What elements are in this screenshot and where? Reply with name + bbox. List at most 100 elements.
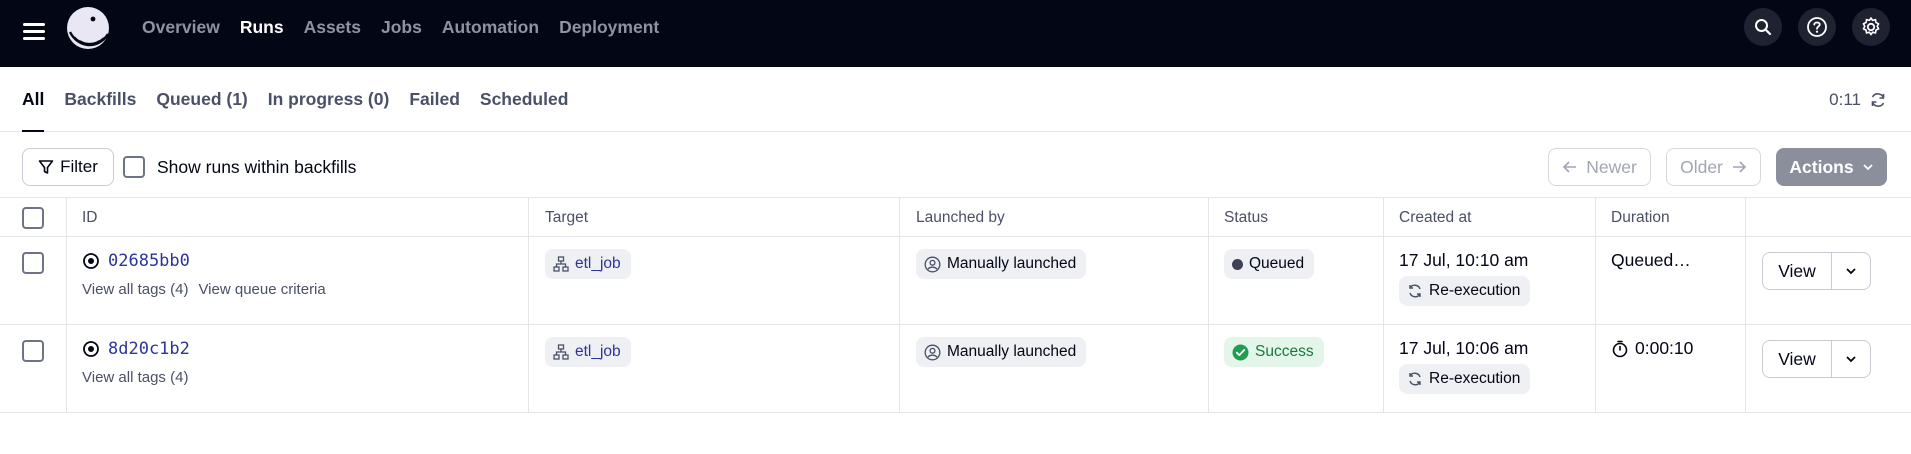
nav-automation[interactable]: Automation (442, 17, 539, 38)
search-icon[interactable] (1744, 8, 1782, 46)
launched-by-cell: Manually launched (916, 337, 1087, 367)
top-icon-group (1744, 8, 1890, 46)
column-header-duration[interactable]: Duration (1611, 198, 1670, 237)
nav-overview[interactable]: Overview (142, 17, 220, 38)
show-backfills-label: Show runs within backfills (157, 156, 357, 177)
run-id-link[interactable]: 8d20c1b2 (108, 339, 190, 359)
filter-button[interactable]: Filter (22, 148, 114, 186)
job-tag[interactable]: etl_job (545, 337, 631, 367)
table-header: ID Target Launched by Status Created at … (0, 198, 1911, 237)
view-button[interactable]: View (1762, 340, 1832, 378)
user-icon (924, 344, 941, 360)
launched-by-tag: Manually launched (916, 249, 1087, 279)
refresh-indicator[interactable]: 0:11 (1829, 67, 1887, 132)
chevron-down-icon (1846, 356, 1856, 363)
job-name: etl_job (575, 343, 621, 360)
newer-button[interactable]: Newer (1548, 148, 1651, 186)
job-name: etl_job (575, 255, 621, 272)
queued-run-icon (83, 253, 99, 269)
gear-icon[interactable] (1852, 8, 1890, 46)
re-execution-icon (1409, 284, 1421, 298)
filter-label: Filter (60, 157, 98, 176)
status-cell: Success (1224, 337, 1324, 367)
menu-icon[interactable] (22, 18, 48, 44)
re-execution-icon (1409, 372, 1421, 386)
column-header-target[interactable]: Target (545, 198, 588, 237)
view-all-tags-link[interactable]: View all tags (4) (82, 281, 188, 298)
chevron-down-icon (1846, 268, 1856, 275)
filter-icon (38, 160, 54, 174)
column-header-id[interactable]: ID (82, 198, 98, 237)
view-all-tags-link[interactable]: View all tags (4) (82, 369, 188, 386)
nav-runs[interactable]: Runs (240, 17, 284, 38)
launched-by-cell: Manually launched (916, 249, 1087, 279)
top-navigation-bar: Overview Runs Assets Jobs Automation Dep… (0, 0, 1911, 67)
duration-text: Queued… (1611, 250, 1691, 270)
select-all-checkbox[interactable] (22, 207, 44, 229)
target-cell: etl_job (545, 249, 631, 279)
duration-cell: 0:00:10 (1611, 338, 1693, 359)
main-nav: Overview Runs Assets Jobs Automation Dep… (142, 0, 679, 54)
created-at-text: 17 Jul, 10:10 am (1399, 250, 1529, 270)
duration-text: 0:00:10 (1635, 338, 1694, 358)
created-at-text: 17 Jul, 10:06 am (1399, 338, 1529, 358)
dagster-logo[interactable] (64, 4, 114, 54)
view-button-group: View (1762, 340, 1871, 378)
queued-dot-icon (1232, 258, 1243, 270)
tab-in-progress[interactable]: In progress (0) (268, 67, 390, 132)
tab-scheduled[interactable]: Scheduled (480, 67, 569, 132)
status-text: Queued (1249, 255, 1305, 272)
created-at-cell: 17 Jul, 10:10 am Re-execution (1399, 250, 1531, 306)
run-links: View all tags (4) View queue criteria (82, 281, 326, 298)
nav-jobs[interactable]: Jobs (381, 17, 422, 38)
refresh-icon[interactable] (1869, 91, 1887, 109)
tab-all[interactable]: All (22, 67, 45, 132)
re-execution-tag: Re-execution (1399, 276, 1531, 306)
user-icon (924, 256, 941, 272)
view-button[interactable]: View (1762, 252, 1832, 290)
status-text: Success (1255, 343, 1314, 360)
nav-deployment[interactable]: Deployment (559, 17, 659, 38)
actions-button[interactable]: Actions (1776, 148, 1887, 186)
job-icon (553, 256, 569, 272)
run-id-cell: 02685bb0 (82, 251, 190, 271)
row-actions-dropdown[interactable] (1832, 252, 1871, 290)
newer-label: Newer (1586, 156, 1637, 177)
filter-toolbar: Filter Show runs within backfills Newer … (0, 132, 1911, 198)
launched-by-tag: Manually launched (916, 337, 1087, 367)
job-tag[interactable]: etl_job (545, 249, 631, 279)
status-badge: Success (1224, 337, 1324, 367)
row-actions-dropdown[interactable] (1832, 340, 1871, 378)
run-id-link[interactable]: 02685bb0 (108, 251, 190, 271)
tab-backfills[interactable]: Backfills (64, 67, 136, 132)
chevron-down-icon (1862, 164, 1873, 171)
re-execution-tag: Re-execution (1399, 364, 1531, 394)
status-badge: Queued (1224, 249, 1315, 279)
run-status-icon (83, 341, 99, 357)
run-id-cell: 8d20c1b2 (82, 339, 190, 359)
show-backfills-checkbox[interactable] (123, 156, 145, 178)
tab-failed[interactable]: Failed (409, 67, 460, 132)
older-button[interactable]: Older (1666, 148, 1761, 186)
view-queue-criteria-link[interactable]: View queue criteria (198, 281, 325, 298)
column-header-created-at[interactable]: Created at (1399, 198, 1471, 237)
refresh-countdown: 0:11 (1829, 89, 1861, 109)
row-checkbox[interactable] (22, 252, 44, 274)
show-backfills-toggle[interactable]: Show runs within backfills (123, 156, 356, 178)
help-icon[interactable] (1798, 8, 1836, 46)
job-icon (553, 344, 569, 360)
older-label: Older (1680, 156, 1723, 177)
timer-icon (1612, 340, 1628, 357)
re-execution-text: Re-execution (1429, 282, 1521, 299)
row-checkbox[interactable] (22, 340, 44, 362)
tab-queued[interactable]: Queued (1) (156, 67, 247, 132)
run-links: View all tags (4) (82, 369, 188, 387)
column-header-status[interactable]: Status (1224, 198, 1268, 237)
table-row: 02685bb0 View all tags (4) View queue cr… (0, 237, 1911, 325)
arrow-right-icon (1732, 161, 1747, 173)
column-header-launched-by[interactable]: Launched by (916, 198, 1005, 237)
table-row: 8d20c1b2 View all tags (4) etl_job Manua… (0, 325, 1911, 413)
view-button-group: View (1762, 252, 1871, 290)
launched-by-text: Manually launched (947, 343, 1077, 360)
nav-assets[interactable]: Assets (304, 17, 361, 38)
